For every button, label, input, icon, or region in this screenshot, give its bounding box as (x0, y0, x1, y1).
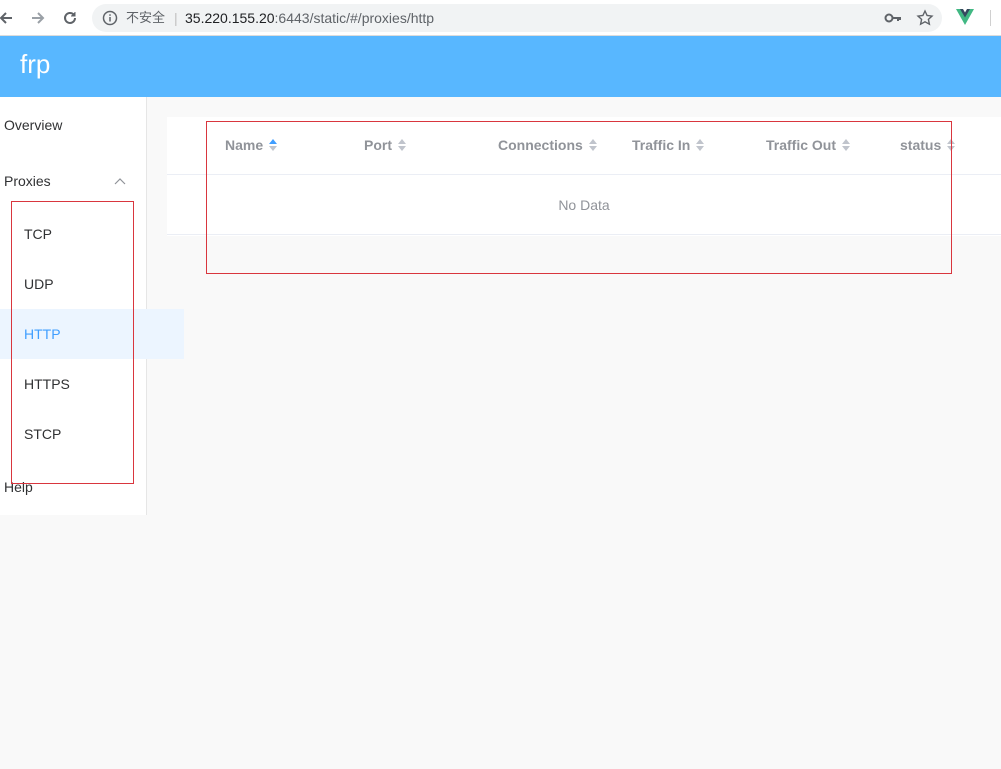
url-separator: | (174, 10, 178, 26)
url-text[interactable]: 35.220.155.20:6443/static/#/proxies/http (185, 4, 434, 32)
back-arrow-icon (0, 12, 12, 24)
chevron-up-icon (114, 178, 126, 185)
forward-button[interactable] (26, 6, 50, 30)
url-path: :6443/static/#/proxies/http (274, 10, 435, 26)
info-icon[interactable] (102, 10, 118, 26)
annotation-box-table (206, 121, 952, 274)
reload-button[interactable] (58, 6, 82, 30)
star-icon[interactable] (916, 9, 934, 27)
forward-arrow-icon (32, 12, 45, 24)
brand-logo[interactable]: frp (20, 49, 50, 80)
sidebar-item-label: Proxies (4, 173, 51, 189)
url-host: 35.220.155.20 (185, 10, 275, 26)
reload-icon (64, 11, 76, 24)
annotation-box-submenu (11, 201, 134, 484)
back-button[interactable] (0, 6, 18, 30)
app-header: frp (0, 36, 1001, 97)
address-bar[interactable]: 不安全 | 35.220.155.20:6443/static/#/proxie… (92, 4, 942, 32)
sidebar-item-overview[interactable]: Overview (0, 97, 147, 153)
key-icon[interactable] (884, 11, 902, 25)
toolbar-divider (990, 10, 991, 26)
browser-toolbar: 不安全 | 35.220.155.20:6443/static/#/proxie… (0, 0, 1001, 36)
vue-devtools-icon[interactable] (955, 8, 975, 26)
security-label: 不安全 (126, 10, 166, 25)
